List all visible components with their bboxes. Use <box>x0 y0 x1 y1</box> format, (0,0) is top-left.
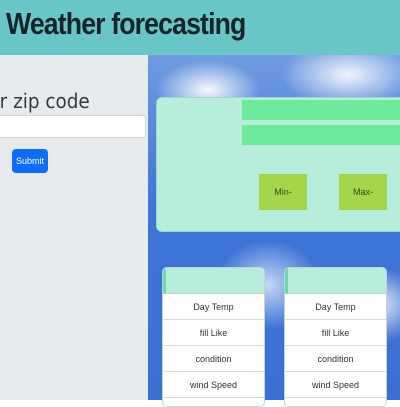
zip-code-input[interactable] <box>0 115 146 138</box>
condition-row: condition <box>285 346 386 372</box>
feels-like-row: fill Like <box>163 320 264 346</box>
card-header <box>163 268 264 294</box>
app-title: Weather forecasting <box>6 6 246 41</box>
forecast-detail-card: Day Temp fill Like condition wind Speed <box>162 267 265 407</box>
min-temp-button[interactable]: Min- <box>259 174 307 210</box>
forecast-detail-card: Day Temp fill Like condition wind Speed <box>284 267 387 407</box>
zip-code-label: ur zip code <box>0 89 90 113</box>
submit-button[interactable]: Submit <box>12 149 48 173</box>
weather-info-bar <box>242 125 400 145</box>
max-temp-button[interactable]: Max- <box>339 174 387 210</box>
card-header <box>285 268 386 294</box>
weather-info-bar <box>242 100 400 120</box>
wind-speed-row: wind Speed <box>163 372 264 398</box>
condition-row: condition <box>163 346 264 372</box>
sidebar: ur zip code Submit <box>0 55 148 400</box>
feels-like-row: fill Like <box>285 320 386 346</box>
day-temp-row: Day Temp <box>163 294 264 320</box>
app-header: Weather forecasting <box>0 0 400 55</box>
day-temp-row: Day Temp <box>285 294 386 320</box>
weather-summary-card: Min- Max- <box>156 97 400 232</box>
wind-speed-row: wind Speed <box>285 372 386 398</box>
